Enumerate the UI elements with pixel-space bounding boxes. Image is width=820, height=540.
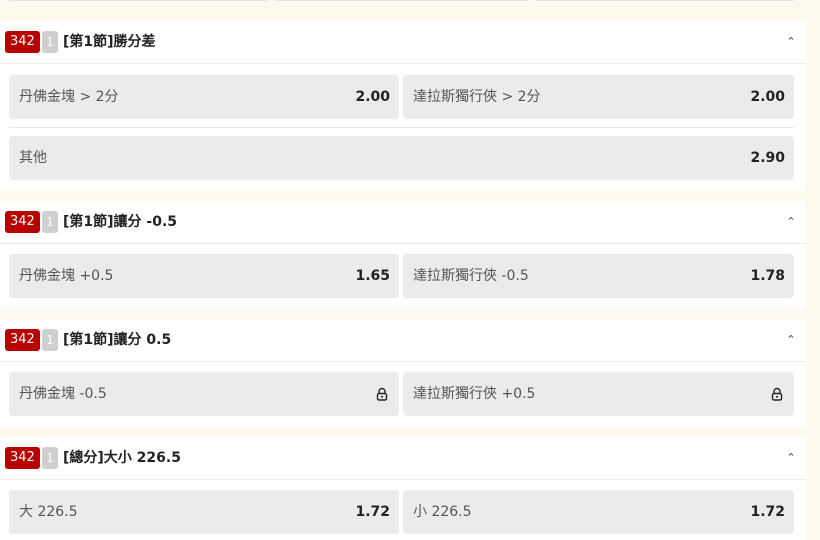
selection-odds: 2.90 (750, 150, 785, 166)
previous-market-edge (0, 0, 806, 12)
selection-row: 大 226.5 1.72 小 226.5 1.72 (9, 490, 794, 534)
period-badge: 1 (42, 211, 58, 233)
selection-odds: 1.72 (355, 504, 390, 520)
event-id-badge: 342 (5, 211, 40, 233)
selection-row: 丹佛金塊 > 2分 2.00 達拉斯獨行俠 > 2分 2.00 (9, 75, 794, 119)
selection-odds: 1.72 (750, 504, 785, 520)
selection-button[interactable]: 達拉斯獨行俠 > 2分 2.00 (403, 75, 794, 119)
row-divider (9, 127, 794, 128)
selection-button[interactable]: 其他 2.90 (9, 136, 794, 180)
event-id-badge: 342 (5, 447, 40, 469)
chevron-up-icon[interactable]: ⌃ (782, 201, 800, 243)
event-id-badge: 342 (5, 329, 40, 351)
edge-stub (536, 0, 794, 1)
selection-odds: 1.65 (355, 268, 390, 284)
market-card: 342 1 [第1節]讓分 -0.5 ⌃ 丹佛金塊 +0.5 1.65 達拉斯獨… (0, 201, 806, 309)
selection-row: 丹佛金塊 +0.5 1.65 達拉斯獨行俠 -0.5 1.78 (9, 254, 794, 298)
selection-button-locked: 達拉斯獨行俠 +0.5 (403, 372, 794, 416)
selection-button[interactable]: 丹佛金塊 > 2分 2.00 (9, 75, 399, 119)
selection-button[interactable]: 丹佛金塊 +0.5 1.65 (9, 254, 399, 298)
market-title: [第1節]讓分 0.5 (63, 332, 172, 348)
selection-name: 丹佛金塊 > 2分 (19, 89, 119, 105)
selection-name: 達拉斯獨行俠 +0.5 (413, 386, 536, 402)
market-header[interactable]: 342 1 [總分]大小 226.5 ⌃ (0, 437, 806, 480)
market-header[interactable]: 342 1 [第1節]讓分 -0.5 ⌃ (0, 201, 806, 244)
chevron-up-icon[interactable]: ⌃ (782, 319, 800, 361)
market-card: 342 1 [第1節]讓分 0.5 ⌃ 丹佛金塊 -0.5 達拉斯獨行俠 +0.… (0, 319, 806, 427)
selection-button[interactable]: 達拉斯獨行俠 -0.5 1.78 (403, 254, 794, 298)
selection-button[interactable]: 大 226.5 1.72 (9, 490, 399, 534)
event-id-badge: 342 (5, 31, 40, 53)
period-badge: 1 (42, 447, 58, 469)
selection-odds: 2.00 (355, 89, 390, 105)
market-title: [總分]大小 226.5 (63, 450, 181, 466)
chevron-up-icon[interactable]: ⌃ (782, 437, 800, 479)
market-title: [第1節]勝分差 (63, 34, 156, 50)
selection-name: 小 226.5 (413, 504, 472, 520)
edge-stub (275, 0, 528, 1)
selection-name: 大 226.5 (19, 504, 78, 520)
selection-button[interactable]: 小 226.5 1.72 (403, 490, 794, 534)
market-card: 342 1 [總分]大小 226.5 ⌃ 大 226.5 1.72 小 226.… (0, 437, 806, 540)
selection-odds: 2.00 (750, 89, 785, 105)
selection-row: 其他 2.90 (9, 136, 794, 180)
period-badge: 1 (42, 329, 58, 351)
selection-name: 丹佛金塊 +0.5 (19, 268, 114, 284)
selection-button-locked: 丹佛金塊 -0.5 (9, 372, 399, 416)
market-header[interactable]: 342 1 [第1節]讓分 0.5 ⌃ (0, 319, 806, 362)
period-badge: 1 (42, 31, 58, 53)
selection-name: 達拉斯獨行俠 > 2分 (413, 89, 541, 105)
selection-name: 丹佛金塊 -0.5 (19, 386, 107, 402)
selection-name: 達拉斯獨行俠 -0.5 (413, 268, 529, 284)
edge-stub (9, 0, 267, 1)
selection-odds: 1.78 (750, 268, 785, 284)
chevron-up-icon[interactable]: ⌃ (782, 21, 800, 63)
selection-row: 丹佛金塊 -0.5 達拉斯獨行俠 +0.5 (9, 372, 794, 416)
lock-icon (771, 387, 783, 401)
market-card: 342 1 [第1節]勝分差 ⌃ 丹佛金塊 > 2分 2.00 達拉斯獨行俠 >… (0, 21, 806, 191)
market-header[interactable]: 342 1 [第1節]勝分差 ⌃ (0, 21, 806, 64)
lock-icon (376, 387, 388, 401)
market-title: [第1節]讓分 -0.5 (63, 214, 178, 230)
selection-name: 其他 (19, 150, 47, 166)
